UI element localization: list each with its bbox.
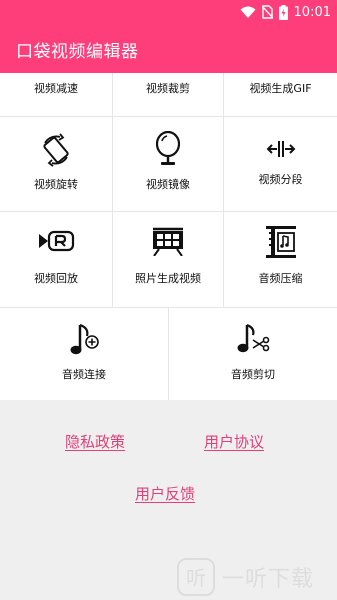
status-icons: 10:01 — [240, 3, 331, 21]
user-agreement-link[interactable]: 用户协议 — [204, 431, 264, 452]
watermark-logo-char: 听 — [186, 566, 206, 590]
tool-label: 音频连接 — [62, 368, 106, 381]
split-icon — [266, 141, 295, 157]
privacy-policy-link[interactable]: 隐私政策 — [65, 431, 125, 452]
rotate-icon — [43, 133, 69, 167]
watermark-text: 一听下载 — [222, 567, 315, 592]
user-feedback-link[interactable]: 用户反馈 — [135, 483, 195, 504]
tool-label: 视频生成GIF — [249, 82, 312, 95]
app-title: 口袋视频编辑器 — [16, 42, 139, 62]
tool-label: 音频剪切 — [231, 368, 275, 381]
replay-icon — [39, 230, 75, 252]
tool-video-crop[interactable]: 视频裁剪 — [113, 73, 224, 117]
app-bar: 口袋视频编辑器 — [0, 25, 337, 73]
audio-cut-icon — [237, 323, 270, 353]
mirror-icon — [155, 131, 181, 165]
tool-video-slow[interactable]: 视频减速 — [0, 73, 113, 117]
tool-video-split[interactable]: 视频分段 — [224, 117, 337, 212]
battery-charging-icon — [278, 4, 288, 20]
wifi-icon — [240, 6, 256, 18]
tool-video-replay[interactable]: 视频回放 — [0, 212, 113, 308]
status-time: 10:01 — [293, 4, 331, 20]
tool-label: 照片生成视频 — [135, 272, 201, 285]
photo-to-video-icon — [153, 227, 183, 256]
tool-label: 音频压缩 — [258, 272, 303, 285]
tool-label: 视频镜像 — [146, 178, 190, 191]
audio-compress-icon — [265, 226, 296, 258]
tool-photo-to-video[interactable]: 照片生成视频 — [113, 212, 224, 308]
tool-label: 视频回放 — [34, 272, 78, 285]
tool-audio-compress[interactable]: 音频压缩 — [224, 212, 337, 308]
tool-label: 视频分段 — [258, 173, 303, 186]
tool-grid: 视频减速 视频裁剪 视频生成GIF 视频旋转 视频镜像 视频分段 视频回放 照片… — [0, 73, 337, 400]
status-bar: 10:01 — [0, 0, 337, 25]
tool-video-rotate[interactable]: 视频旋转 — [0, 117, 113, 212]
tool-audio-cut[interactable]: 音频剪切 — [169, 308, 337, 400]
tool-label: 视频旋转 — [34, 178, 78, 191]
tool-audio-join[interactable]: 音频连接 — [0, 308, 169, 400]
audio-join-icon — [70, 323, 99, 355]
tool-label: 视频裁剪 — [146, 82, 190, 95]
no-sim-icon — [261, 5, 273, 19]
tool-label: 视频减速 — [34, 82, 78, 95]
watermark: 听 一听下载 — [176, 557, 314, 597]
tool-video-to-gif[interactable]: 视频生成GIF — [224, 73, 337, 117]
tool-video-mirror[interactable]: 视频镜像 — [113, 117, 224, 212]
watermark-logo-icon: 听 — [177, 558, 215, 596]
